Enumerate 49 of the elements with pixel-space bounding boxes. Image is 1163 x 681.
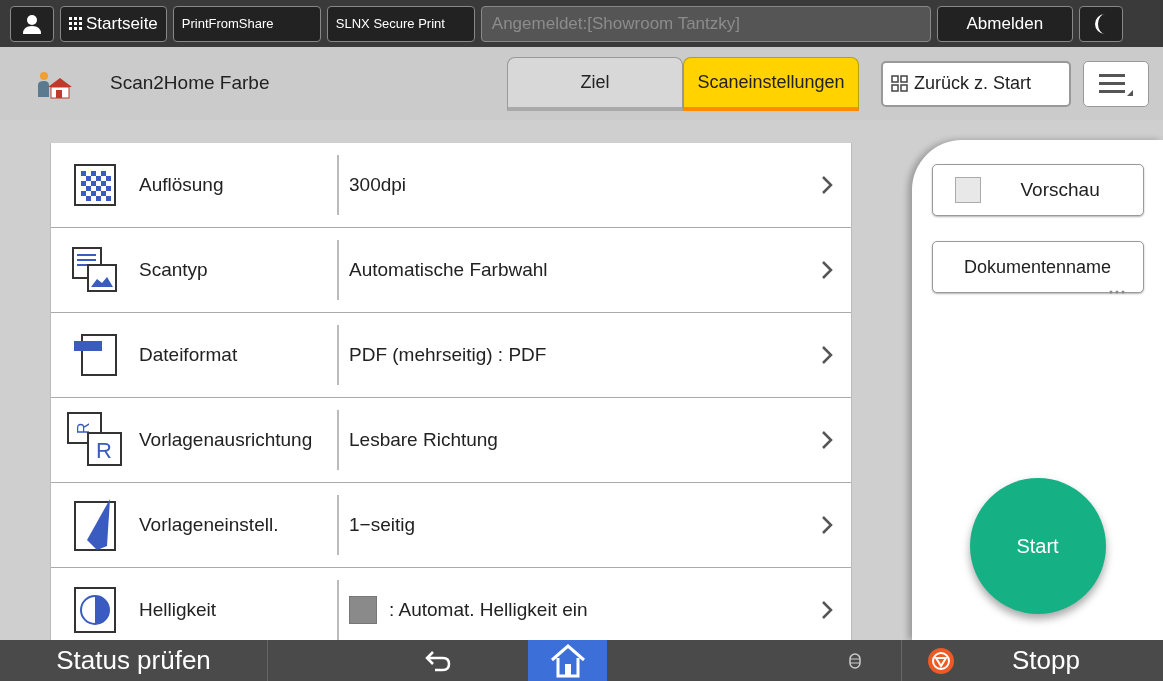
file-icon bbox=[73, 332, 117, 378]
back-arrow-icon bbox=[425, 648, 451, 673]
status-check-button[interactable]: Status prüfen bbox=[0, 640, 268, 681]
chevron-right-icon bbox=[821, 515, 833, 535]
setting-value: Lesbare Richtung bbox=[349, 427, 498, 452]
more-icon bbox=[1109, 290, 1125, 294]
app-button[interactable]: SLNX Secure Print bbox=[326, 5, 475, 42]
setting-label: Vorlageneinstell. bbox=[139, 512, 280, 537]
logout-button[interactable]: Abmelden bbox=[936, 5, 1073, 42]
setting-label: Helligkeit bbox=[139, 597, 218, 622]
app-button[interactable]: PrintFromShare bbox=[172, 5, 321, 42]
user-icon bbox=[22, 13, 42, 34]
app-title: Scan2Home Farbe bbox=[110, 71, 270, 96]
home-button[interactable]: Startseite bbox=[60, 5, 167, 42]
setting-value: : Automat. Helligkeit ein bbox=[389, 597, 588, 622]
chevron-right-icon bbox=[821, 600, 833, 620]
chevron-right-icon bbox=[821, 430, 833, 450]
preview-button[interactable]: Vorschau bbox=[931, 164, 1144, 216]
document-and-image-icon bbox=[72, 247, 118, 293]
tab[interactable]: Scaneinstellungen bbox=[683, 57, 859, 111]
home-icon bbox=[549, 643, 586, 678]
document-name-button[interactable]: Dokumentenname bbox=[931, 241, 1144, 293]
setting-value: 300dpi bbox=[349, 172, 407, 197]
chevron-right-icon bbox=[821, 175, 833, 195]
back-to-start-button[interactable]: Zurück z. Start bbox=[881, 60, 1071, 107]
setting-label: Auflösung bbox=[139, 172, 225, 197]
setting-value: Automatische Farbwahl bbox=[349, 257, 548, 282]
setting-value: PDF (mehrseitig) : PDF bbox=[349, 342, 547, 367]
setting-value: 1−seitig bbox=[349, 512, 416, 537]
menu-icon bbox=[1099, 71, 1133, 96]
stop-icon bbox=[928, 647, 954, 674]
menu-button[interactable] bbox=[1083, 60, 1149, 107]
apps-icon bbox=[69, 17, 82, 30]
tab[interactable]: Ziel bbox=[507, 57, 683, 111]
resolution-icon bbox=[73, 163, 117, 207]
data-indicator-icon bbox=[849, 652, 861, 669]
stop-button[interactable]: Stopp bbox=[901, 640, 1163, 681]
chevron-right-icon bbox=[821, 345, 833, 365]
grid-icon bbox=[891, 75, 908, 92]
setting-label: Scantyp bbox=[139, 257, 209, 282]
page-curl-icon bbox=[73, 498, 117, 552]
energy-saver-button[interactable] bbox=[1078, 5, 1123, 42]
setting-label: Vorlagenausrichtung bbox=[139, 427, 314, 452]
home-button[interactable] bbox=[528, 640, 607, 681]
checkbox[interactable] bbox=[954, 177, 981, 203]
user-button[interactable] bbox=[10, 5, 54, 42]
chevron-right-icon bbox=[821, 260, 833, 280]
contrast-icon bbox=[73, 586, 117, 634]
setting-label: Dateiformat bbox=[139, 342, 239, 367]
